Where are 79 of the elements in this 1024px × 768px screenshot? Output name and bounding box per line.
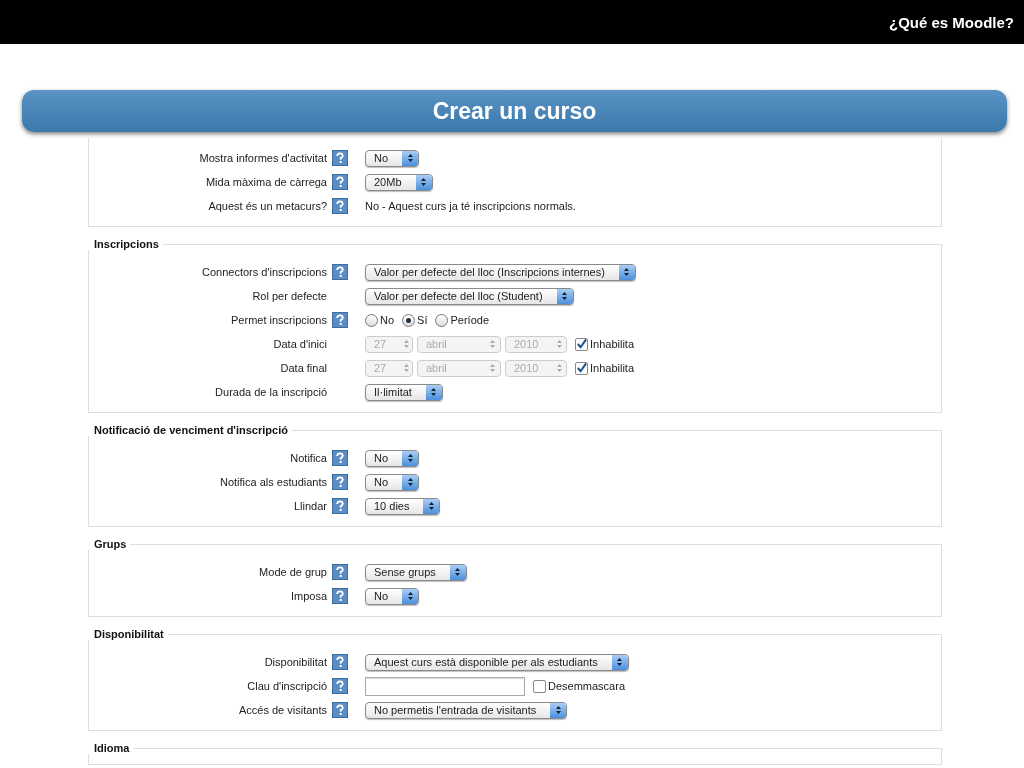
updown-arrows-icon [488, 339, 496, 349]
updown-arrows-icon [406, 591, 414, 601]
help-icon[interactable] [332, 588, 348, 604]
checkbox-label: Inhabilita [590, 338, 635, 350]
slide-title-banner: Crear un curso [22, 90, 1007, 132]
radio-label: Període [450, 314, 489, 326]
radio-label: Sí [417, 314, 428, 326]
field-label: Data d'inici [272, 338, 327, 350]
dropdown[interactable]: Aquest curs està disponible per als estudiants [365, 653, 629, 671]
help-icon[interactable] [332, 474, 348, 490]
field-label: Rol per defecte [251, 290, 327, 302]
updown-arrows-icon [616, 657, 624, 667]
field-label: Disponibilitat [263, 656, 327, 668]
help-icon[interactable] [332, 678, 348, 694]
help-icon[interactable] [332, 498, 348, 514]
field-label: Notifica [289, 452, 327, 464]
field-label: Clau d'inscripció [246, 680, 327, 692]
field-label: Accés de visitants [237, 704, 327, 716]
field-label: Durada de la inscripció [214, 386, 327, 398]
field-label: Connectors d'inscripcions [201, 266, 327, 278]
dropdown[interactable]: No permetis l'entrada de visitants [365, 701, 568, 719]
help-icon[interactable] [332, 702, 348, 718]
updown-arrows-icon [555, 339, 563, 349]
radio-label: No [380, 314, 395, 326]
field-label: Llindar [292, 500, 327, 512]
updown-arrows-icon [402, 363, 410, 373]
section-legend: Grups [88, 538, 131, 550]
dropdown[interactable]: No [365, 473, 420, 491]
radio-button[interactable] [365, 313, 378, 327]
updown-arrows-icon [406, 453, 414, 463]
updown-arrows-icon [420, 177, 428, 187]
help-icon[interactable] [332, 198, 348, 214]
updown-arrows-icon [454, 567, 462, 577]
updown-arrows-icon [554, 705, 562, 715]
updown-arrows-icon [406, 153, 414, 163]
updown-arrows-icon [488, 363, 496, 373]
checkbox[interactable] [533, 679, 546, 693]
updown-arrows-icon [561, 291, 569, 301]
field-label: Notifica als estudiants [219, 476, 327, 488]
dropdown[interactable]: Sense grups [365, 563, 467, 581]
dropdown[interactable]: Valor per defecte del lloc (Inscripcions internes) [365, 263, 636, 281]
help-icon[interactable] [332, 150, 348, 166]
dropdown[interactable]: No [365, 587, 420, 605]
field-label: Imposa [289, 590, 327, 602]
help-icon[interactable] [332, 450, 348, 466]
checkbox-label: Desemmascara [548, 680, 626, 692]
dropdown[interactable]: Valor per defecte del lloc (Student) [365, 287, 574, 305]
field-label: Aquest és un metacurs? [207, 200, 327, 212]
help-icon[interactable] [332, 174, 348, 190]
section-legend: Idioma [88, 742, 134, 754]
dropdown[interactable]: 20Mb [365, 173, 433, 191]
field-label: Mida màxima de càrrega [204, 176, 327, 188]
dropdown[interactable]: 10 dies [365, 497, 441, 515]
section-legend: Notificació de venciment d'inscripció [88, 424, 292, 436]
help-icon[interactable] [332, 264, 348, 280]
field-label: Data final [279, 362, 327, 374]
updown-arrows-icon [406, 477, 414, 487]
dropdown[interactable]: Il·limitat [365, 383, 443, 401]
section-legend: Disponibilitat [88, 628, 168, 640]
field-label: Mostra informes d'activitat [198, 152, 327, 164]
field-label: Permet inscripcions [230, 314, 327, 326]
updown-arrows-icon [428, 501, 435, 511]
updown-arrows-icon [555, 363, 563, 373]
slide-header-title: ¿Qué es Moodle? [889, 13, 1014, 31]
radio-button[interactable] [402, 313, 416, 327]
help-icon[interactable] [332, 564, 348, 580]
password-field[interactable] [365, 676, 525, 696]
updown-arrows-icon [623, 267, 631, 277]
updown-arrows-icon [402, 339, 410, 349]
help-icon[interactable] [332, 312, 348, 328]
dropdown[interactable]: No [365, 149, 420, 167]
static-text: No - Aquest curs ja té inscripcions normals. [365, 200, 576, 212]
radio-button[interactable] [435, 313, 449, 327]
help-icon[interactable] [332, 654, 348, 670]
checkbox-label: Inhabilita [590, 362, 635, 374]
section-legend: Inscripcions [88, 238, 163, 250]
updown-arrows-icon [430, 387, 438, 397]
field-label: Mode de grup [258, 566, 327, 578]
dropdown[interactable]: No [365, 449, 420, 467]
